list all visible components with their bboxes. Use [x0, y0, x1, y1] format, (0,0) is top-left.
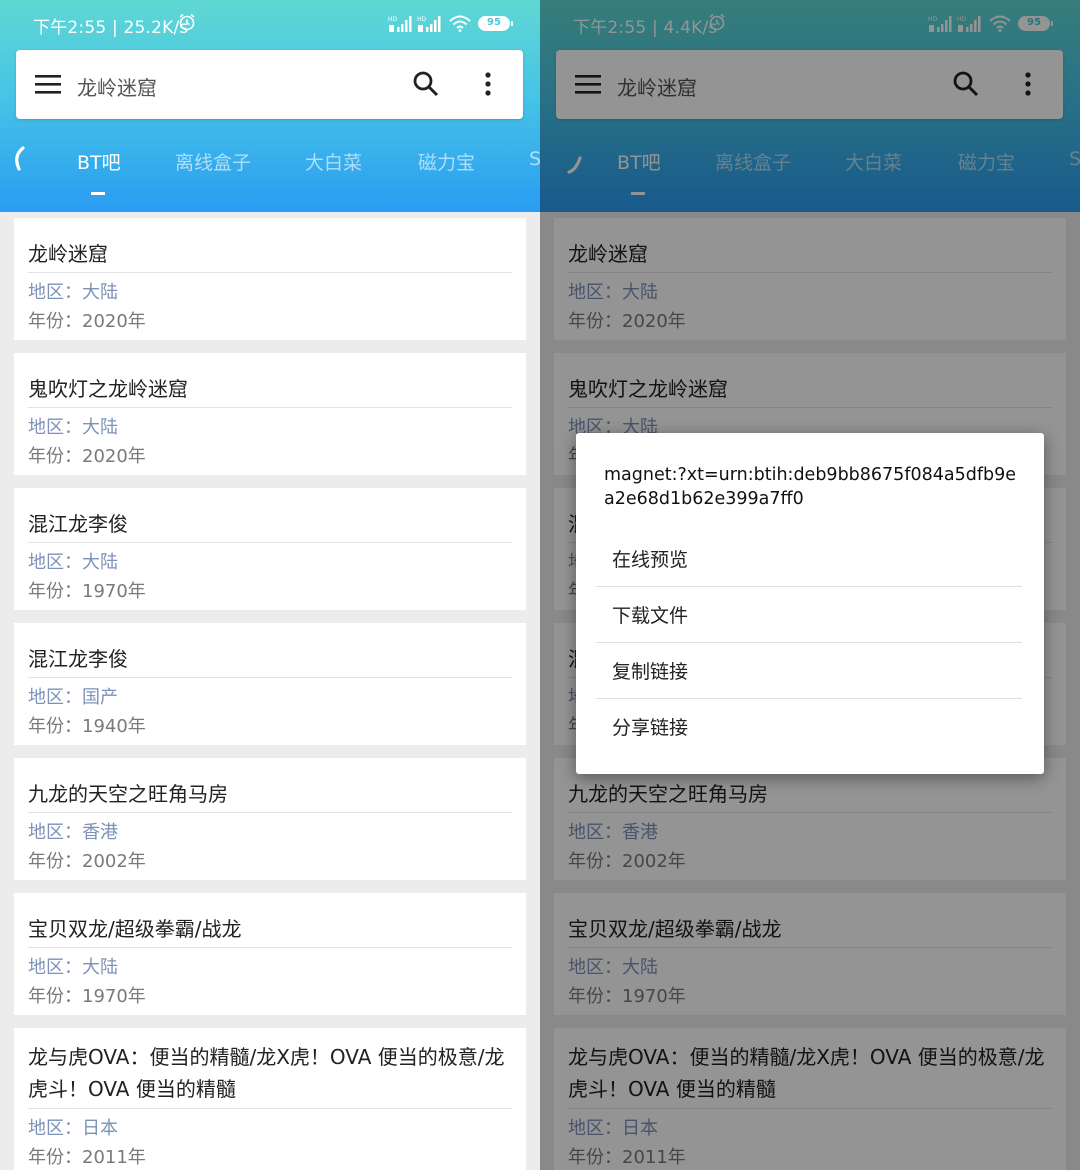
result-title: 混江龙李俊 — [28, 647, 128, 671]
card-divider — [28, 407, 512, 408]
online-preview-option[interactable]: 在线预览 — [596, 531, 1022, 587]
card-divider — [28, 677, 512, 678]
source-tabs: BT吧 离线盒子 大白菜 磁力宝 S — [0, 138, 540, 208]
result-title: 九龙的天空之旺角马房 — [28, 782, 228, 806]
results-screen: 下午2:55 | 25.2K/s HD HD 95 龙岭迷窟 BT吧 离线盒子 … — [0, 0, 540, 1170]
more-icon[interactable] — [478, 70, 498, 98]
tab-offline-box[interactable]: 离线盒子 — [175, 148, 251, 175]
tab-indicator — [91, 192, 105, 195]
result-region: 地区：香港 — [28, 822, 118, 843]
status-time-speed: 下午2:55 | 25.2K/s — [33, 18, 189, 38]
card-divider — [28, 812, 512, 813]
result-card[interactable]: 龙与虎OVA：便当的精髓/龙X虎！OVA 便当的极意/龙虎斗！OVA 便当的精髓… — [14, 1028, 526, 1170]
card-divider — [28, 947, 512, 948]
result-region: 地区：大陆 — [28, 552, 118, 573]
result-card[interactable]: 混江龙李俊 地区：国产 年份：1940年 — [14, 623, 526, 745]
result-year: 年份：1970年 — [28, 986, 146, 1007]
menu-icon[interactable] — [35, 73, 61, 95]
result-year: 年份：2011年 — [28, 1147, 146, 1168]
result-card[interactable]: 混江龙李俊 地区：大陆 年份：1970年 — [14, 488, 526, 610]
result-region: 地区：日本 — [28, 1118, 118, 1139]
signal-icon: HD — [388, 15, 412, 32]
result-region: 地区：国产 — [28, 687, 118, 708]
result-year: 年份：2020年 — [28, 446, 146, 467]
result-year: 年份：1970年 — [28, 581, 146, 602]
search-query[interactable]: 龙岭迷窟 — [77, 72, 157, 101]
wifi-icon — [449, 15, 471, 32]
magnet-action-dialog: magnet:?xt=urn:btih:deb9bb8675f084a5dfb9… — [576, 433, 1044, 774]
result-title: 宝贝双龙/超级拳霸/战龙 — [28, 917, 242, 941]
result-region: 地区：大陆 — [28, 417, 118, 438]
card-divider — [28, 1108, 512, 1109]
signal-icon-2: HD — [417, 15, 441, 32]
option-label: 下载文件 — [612, 605, 689, 627]
results-screen-with-dialog: 下午2:55 | 4.4K/s HD HD 95 龙岭迷窟 BT吧 离线盒子 大… — [540, 0, 1080, 1170]
battery-icon: 95 — [478, 15, 513, 31]
result-card[interactable]: 宝贝双龙/超级拳霸/战龙 地区：大陆 年份：1970年 — [14, 893, 526, 1015]
result-year: 年份：1940年 — [28, 716, 146, 737]
option-label: 在线预览 — [612, 549, 689, 571]
app-header: 下午2:55 | 25.2K/s HD HD 95 龙岭迷窟 BT吧 离线盒子 … — [0, 0, 540, 212]
copy-link-option[interactable]: 复制链接 — [596, 643, 1022, 699]
result-card[interactable]: 鬼吹灯之龙岭迷窟 地区：大陆 年份：2020年 — [14, 353, 526, 475]
status-bar: 下午2:55 | 25.2K/s HD HD 95 — [0, 0, 540, 48]
result-region: 地区：大陆 — [28, 957, 118, 978]
result-card[interactable]: 龙岭迷窟 地区：大陆 年份：2020年 — [14, 218, 526, 340]
result-card[interactable]: 九龙的天空之旺角马房 地区：香港 年份：2002年 — [14, 758, 526, 880]
result-title: 混江龙李俊 — [28, 512, 128, 536]
result-title: 鬼吹灯之龙岭迷窟 — [28, 377, 188, 401]
tab-more[interactable]: S — [529, 148, 540, 170]
tab-dabaicai[interactable]: 大白菜 — [305, 148, 362, 175]
card-divider — [28, 542, 512, 543]
magnet-link-text: magnet:?xt=urn:btih:deb9bb8675f084a5dfb9… — [604, 465, 1017, 509]
alarm-icon — [179, 13, 195, 31]
download-file-option[interactable]: 下载文件 — [596, 587, 1022, 643]
status-icons: HD HD 95 — [388, 14, 513, 32]
result-year: 年份：2020年 — [28, 311, 146, 332]
option-label: 复制链接 — [612, 661, 689, 683]
tab-cilibao[interactable]: 磁力宝 — [418, 148, 475, 175]
result-title: 龙与虎OVA：便当的精髓/龙X虎！OVA 便当的极意/龙虎斗！OVA 便当的精髓 — [28, 1045, 505, 1101]
option-label: 分享链接 — [612, 717, 689, 739]
card-divider — [28, 272, 512, 273]
refresh-icon — [15, 146, 25, 171]
result-year: 年份：2002年 — [28, 851, 146, 872]
result-title: 龙岭迷窟 — [28, 242, 108, 266]
signal-label: HD — [388, 16, 398, 23]
search-icon[interactable] — [412, 70, 440, 98]
tab-bt8[interactable]: BT吧 — [77, 148, 121, 175]
search-bar[interactable]: 龙岭迷窟 — [16, 50, 523, 119]
signal-label-2: HD — [417, 16, 427, 23]
result-region: 地区：大陆 — [28, 282, 118, 303]
share-link-option[interactable]: 分享链接 — [596, 699, 1022, 755]
